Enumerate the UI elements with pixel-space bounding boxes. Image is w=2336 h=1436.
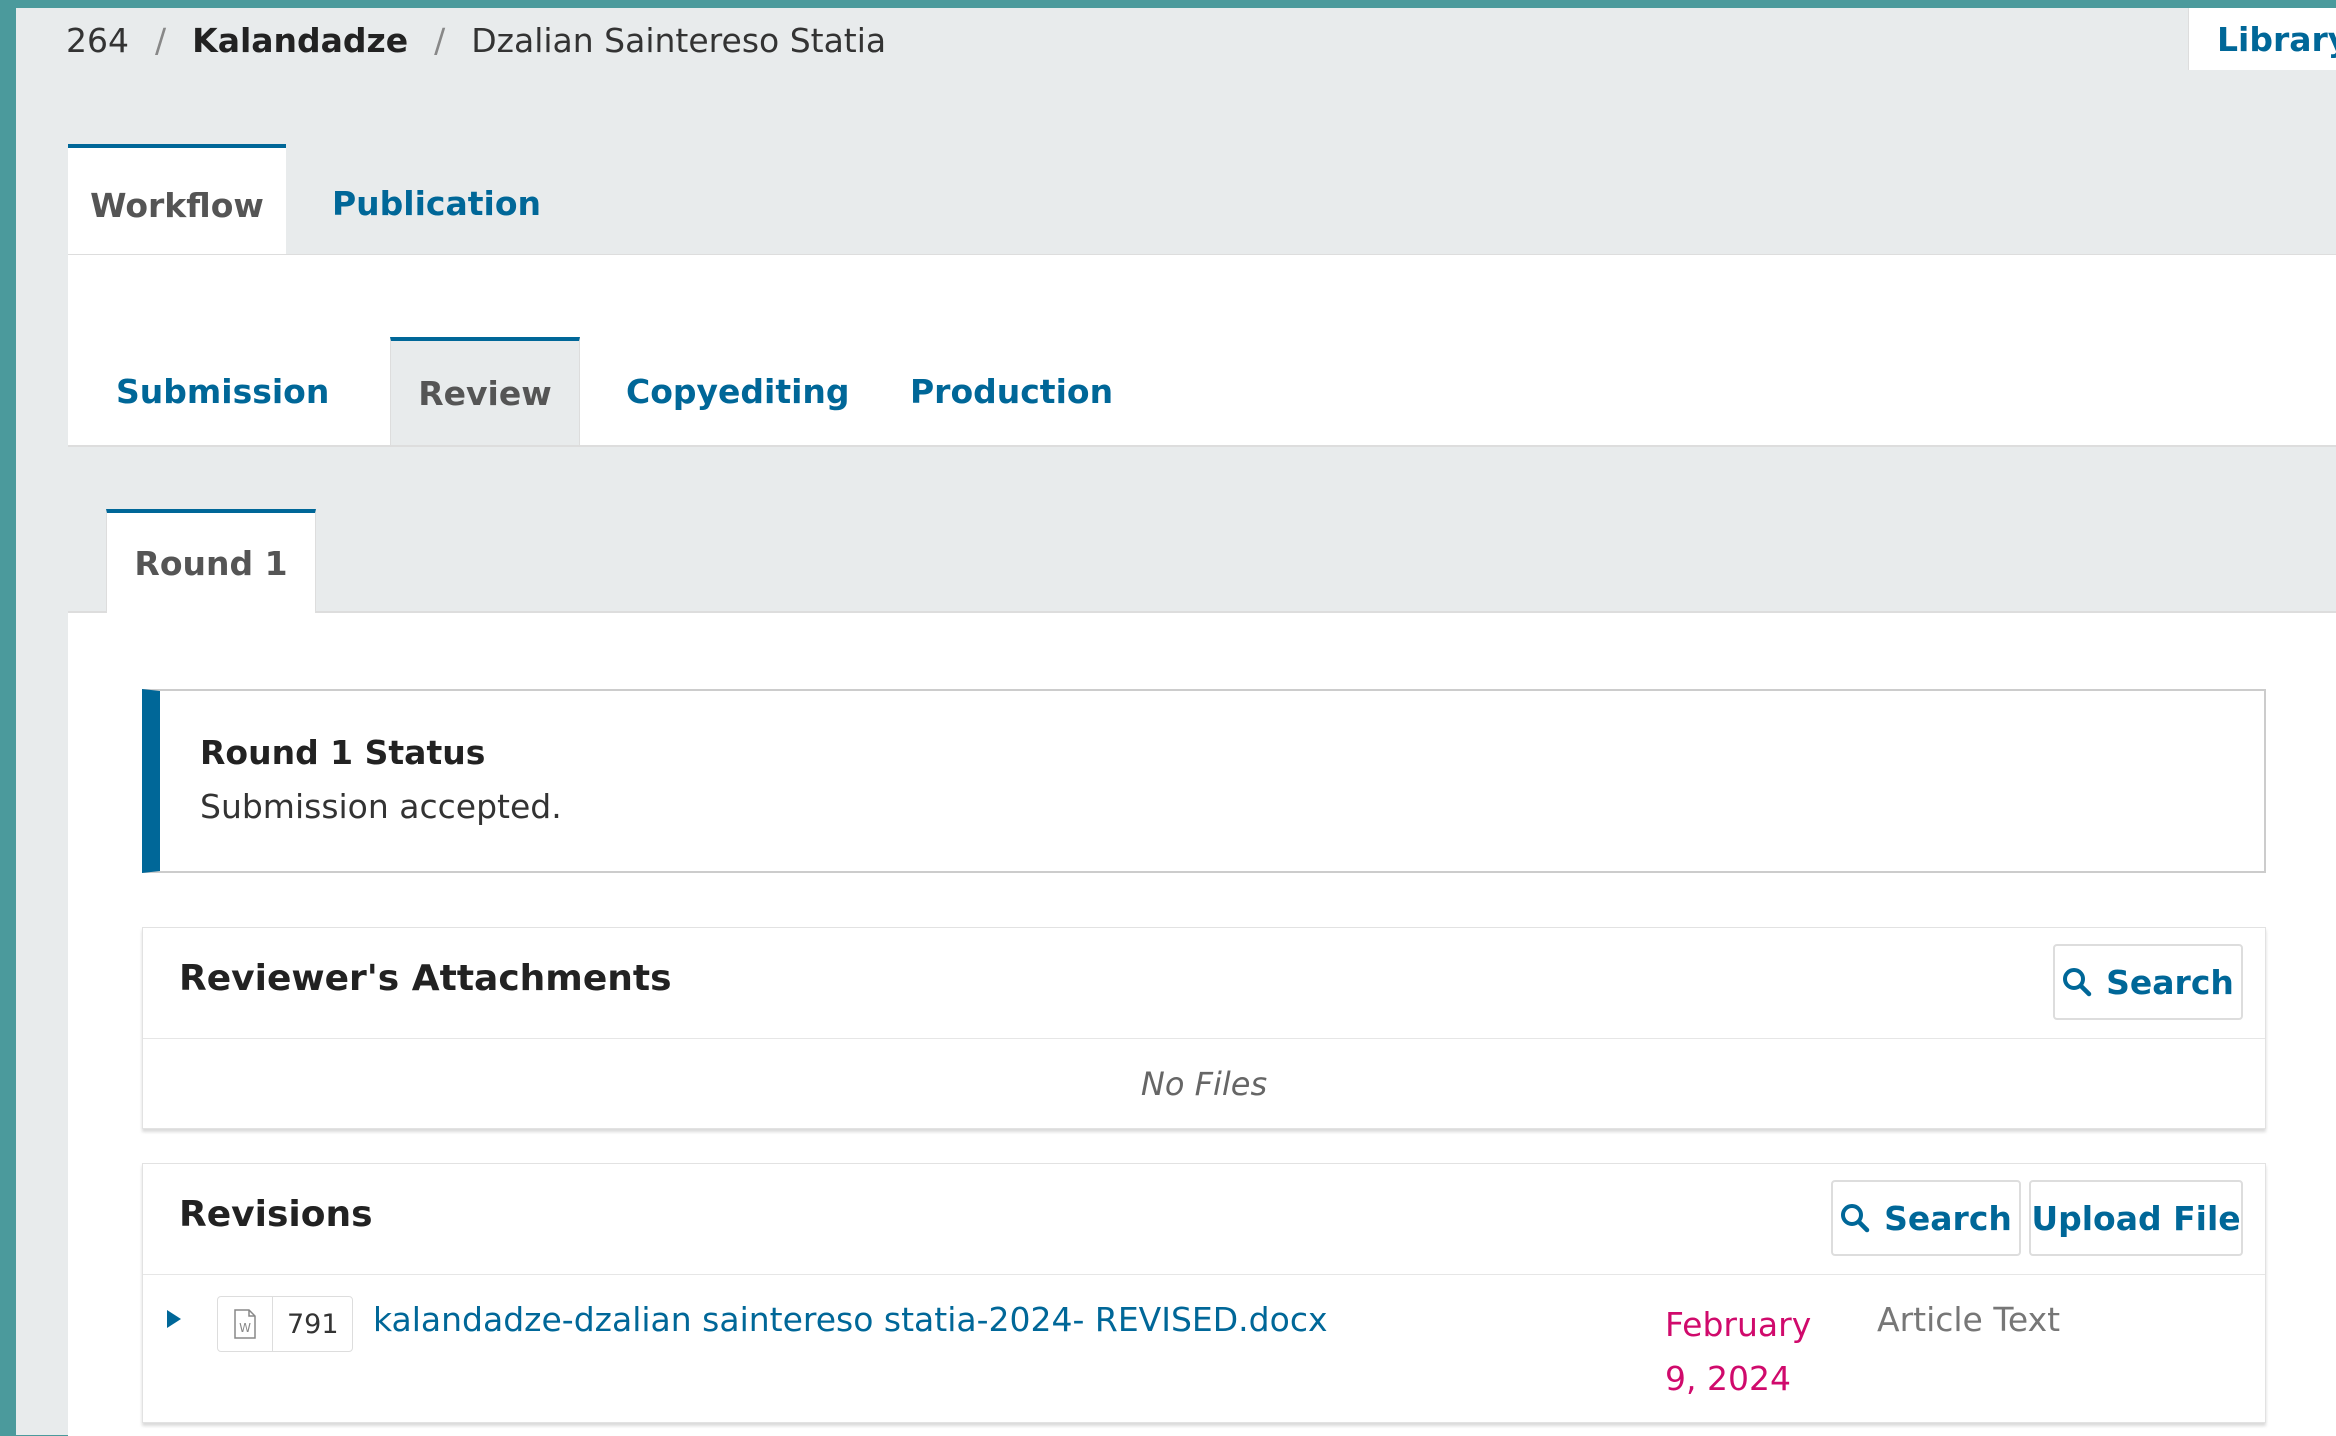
file-id-badge: W 791 — [217, 1296, 353, 1352]
review-rounds: Round 1 Round 1 Status Submission accept… — [68, 447, 2336, 1436]
file-id: 791 — [287, 1308, 339, 1340]
grid-header: Reviewer's Attachments Search — [143, 928, 2265, 1039]
tab-production[interactable]: Production — [910, 337, 1113, 445]
breadcrumb-separator: / — [434, 20, 446, 60]
submission-author: Kalandadze — [192, 20, 409, 60]
upload-file-button[interactable]: Upload File — [2029, 1180, 2243, 1256]
grid-header: Revisions Search Upload File — [143, 1164, 2265, 1275]
search-icon — [2063, 968, 2092, 997]
search-icon — [1841, 1204, 1870, 1233]
file-name-link[interactable]: kalandadze-dzalian saintereso statia-202… — [373, 1300, 1328, 1339]
library-button[interactable]: Library — [2188, 8, 2336, 70]
stage-tabs: Submission Review Copyediting Production — [68, 255, 2336, 447]
breadcrumb-separator: / — [155, 20, 167, 60]
round-tabs: Round 1 — [68, 447, 2336, 613]
attachments-search-button[interactable]: Search — [2053, 944, 2243, 1020]
tab-workflow[interactable]: Workflow — [68, 144, 286, 262]
search-button-label: Search — [2106, 962, 2234, 1002]
submission-id: 264 — [66, 20, 129, 60]
tab-review[interactable]: Review — [390, 337, 580, 445]
svg-text:W: W — [239, 1321, 251, 1335]
file-row: W 791 kalandadze-dzalian saintereso stat… — [143, 1276, 2265, 1416]
grid-title: Revisions — [179, 1194, 373, 1235]
tab-round-1[interactable]: Round 1 — [106, 509, 316, 613]
expand-row-icon[interactable] — [167, 1310, 181, 1328]
search-button-label: Search — [1884, 1198, 2012, 1238]
file-type: Article Text — [1877, 1300, 2061, 1339]
round-status-title: Round 1 Status — [200, 733, 486, 772]
reviewer-attachments-grid: Reviewer's Attachments Search No Files — [142, 927, 2266, 1129]
revisions-search-button[interactable]: Search — [1831, 1180, 2021, 1256]
round-content: Round 1 Status Submission accepted. Revi… — [68, 613, 2336, 1436]
grid-title: Reviewer's Attachments — [179, 958, 672, 999]
workflow-page: 264 / Kalandadze / Dzalian Saintereso St… — [16, 8, 2336, 1436]
workflow-panel: Submission Review Copyediting Production… — [68, 254, 2336, 1436]
file-date: February 9, 2024 — [1665, 1305, 1812, 1398]
word-file-icon: W — [218, 1297, 273, 1351]
submission-title: Dzalian Saintereso Statia — [471, 20, 887, 60]
round-status-text: Submission accepted. — [200, 787, 562, 826]
tab-copyediting[interactable]: Copyediting — [626, 337, 850, 445]
round-status-notice: Round 1 Status Submission accepted. — [142, 689, 2266, 873]
tab-submission[interactable]: Submission — [116, 337, 329, 445]
breadcrumb: 264 / Kalandadze / Dzalian Saintereso St… — [66, 14, 886, 66]
empty-state: No Files — [1140, 1065, 1268, 1103]
tab-publication[interactable]: Publication — [332, 144, 541, 262]
revisions-grid: Revisions Search Upload File W 791 kalan… — [142, 1163, 2266, 1423]
